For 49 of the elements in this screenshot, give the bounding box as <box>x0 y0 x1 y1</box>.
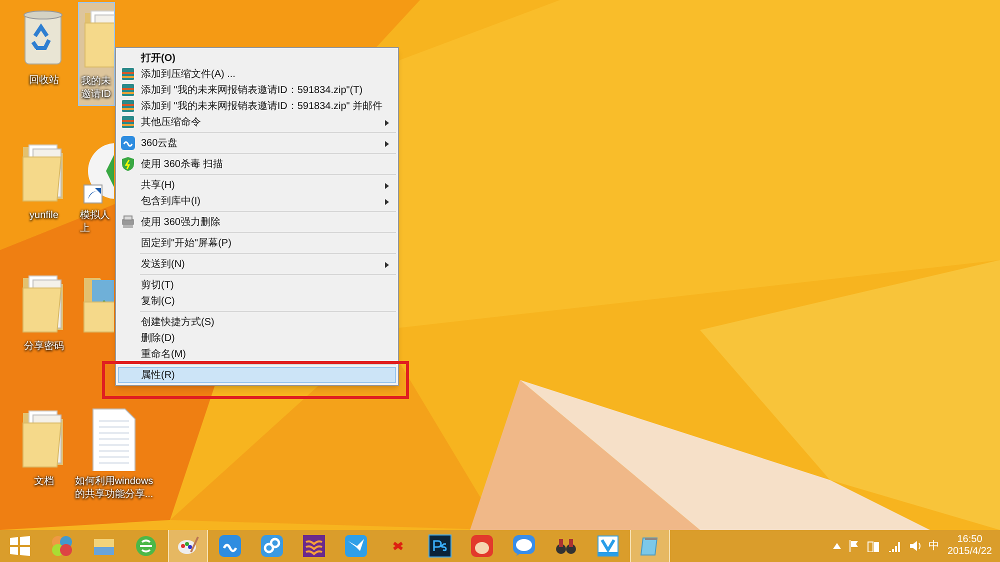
icon-label: 分享密码 <box>24 340 64 353</box>
menu-item[interactable]: 复制(C) <box>118 293 396 309</box>
windows-logo-icon <box>8 534 32 558</box>
menu-item[interactable]: 共享(H) <box>118 177 396 193</box>
chat-bubble-icon <box>512 534 536 558</box>
icon-label: 模拟人 上 <box>80 209 110 235</box>
battery-icon <box>866 540 880 552</box>
menu-item[interactable]: 其他压缩命令 <box>118 114 396 130</box>
icon-label: yunfile <box>30 209 58 222</box>
menu-item[interactable]: 剪切(T) <box>118 277 396 293</box>
v-icon <box>596 534 620 558</box>
cloud-icon <box>218 534 242 558</box>
ps-icon <box>428 534 452 558</box>
archive-icon <box>121 115 135 129</box>
menu-item[interactable]: 属性(R) <box>118 367 396 383</box>
bird-icon <box>344 534 368 558</box>
bull-face-icon <box>470 534 494 558</box>
archive-icon <box>121 99 135 113</box>
icon-label: 回收站 <box>29 74 59 87</box>
menu-item[interactable]: 360云盘 <box>118 135 396 151</box>
menu-item[interactable]: 固定到"开始"屏幕(P) <box>118 235 396 251</box>
link-icon <box>260 534 284 558</box>
menu-item[interactable]: 添加到 "我的未来网报销表邀请ID：591834.zip"(T) <box>118 82 396 98</box>
menu-item[interactable]: 删除(D) <box>118 330 396 346</box>
menu-item[interactable]: 使用 360强力删除 <box>118 214 396 230</box>
menu-item[interactable]: 添加到压缩文件(A) ... <box>118 66 396 82</box>
signal-icon <box>888 540 900 552</box>
show-hidden-icons-icon <box>832 543 840 549</box>
archive-icon <box>121 67 135 81</box>
menu-item[interactable]: 添加到 "我的未来网报销表邀请ID：591834.zip" 并邮件 <box>118 98 396 114</box>
shield-icon <box>121 157 135 171</box>
menu-item[interactable]: 打开(O) <box>118 50 396 66</box>
flag-icon <box>848 540 858 552</box>
icon-label: 如何利用windows 的共享功能分享... <box>74 475 154 501</box>
menu-item[interactable]: 使用 360杀毒 扫描 <box>118 156 396 172</box>
speaker-icon <box>908 540 920 552</box>
menu-item[interactable]: 创建快捷方式(S) <box>118 314 396 330</box>
archive-icon <box>121 83 135 97</box>
icon-label: 文档 <box>34 475 54 488</box>
globe-icon <box>134 534 158 558</box>
menu-item[interactable]: 重命名(M) <box>118 346 396 362</box>
cloud-icon <box>121 136 135 150</box>
book-icon <box>302 534 326 558</box>
menu-item[interactable]: 发送到(N) <box>118 256 396 272</box>
taskbar-button[interactable] <box>168 530 208 562</box>
menu-item[interactable]: 包含到库中(I) <box>118 193 396 209</box>
icon-label: 我的未 邀请ID <box>81 75 111 101</box>
shredder-icon <box>121 215 135 229</box>
circles-icon <box>50 534 74 558</box>
